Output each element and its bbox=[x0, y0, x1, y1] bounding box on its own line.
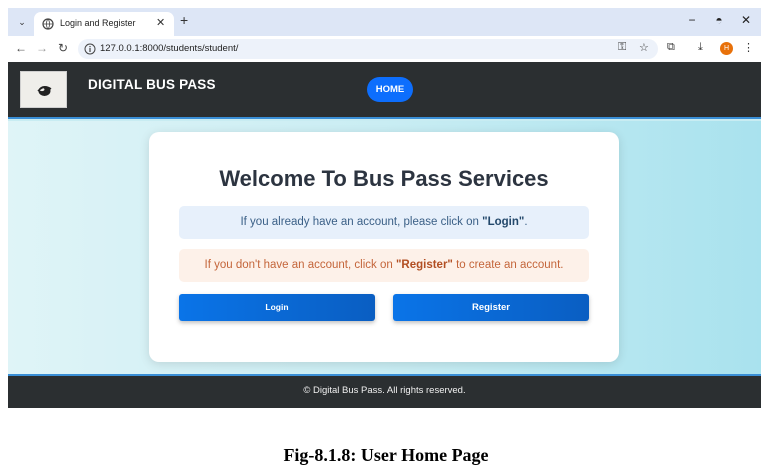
register-info-keyword: "Register" bbox=[395, 259, 453, 271]
site-footer: © Digital Bus Pass. All rights reserved. bbox=[8, 374, 761, 408]
tab-strip: ⌄ Login and Register ✕ + − ◓ ✕ bbox=[8, 8, 761, 36]
address-bar[interactable]: 127.0.0.1:8000/students/student/ ⚿ ☆ bbox=[78, 39, 658, 59]
login-info-alert: If you already have an account, please c… bbox=[179, 206, 589, 239]
password-key-icon[interactable]: ⚿ bbox=[618, 41, 626, 54]
register-info-text: If you don't have an account, click on bbox=[204, 259, 396, 271]
login-info-keyword: "Login" bbox=[482, 216, 525, 228]
tab-title: Login and Register bbox=[60, 18, 136, 28]
back-icon[interactable]: ← bbox=[14, 41, 28, 55]
tab-menu-icon[interactable]: ⌄ bbox=[14, 14, 30, 30]
welcome-card: Welcome To Bus Pass Services If you alre… bbox=[149, 132, 619, 362]
more-icon[interactable]: ⋮ bbox=[743, 41, 754, 54]
login-info-text: If you already have an account, please c… bbox=[240, 216, 483, 228]
register-info-suffix: to create an account. bbox=[452, 259, 564, 271]
site-brand[interactable]: DIGITAL BUS PASS bbox=[88, 77, 216, 92]
bus-logo-icon bbox=[37, 86, 52, 96]
reload-icon[interactable]: ↻ bbox=[56, 41, 70, 55]
login-button[interactable]: Login bbox=[179, 294, 375, 321]
browser-window: ⌄ Login and Register ✕ + − ◓ ✕ ← → ↻ 127… bbox=[8, 8, 761, 408]
main-content: Welcome To Bus Pass Services If you alre… bbox=[8, 121, 761, 374]
tab-login-register[interactable]: Login and Register ✕ bbox=[34, 12, 174, 36]
globe-icon bbox=[42, 18, 54, 30]
site-navbar: DIGITAL BUS PASS HOME bbox=[8, 62, 761, 119]
address-toolbar: ← → ↻ 127.0.0.1:8000/students/student/ ⚿… bbox=[8, 36, 761, 62]
login-info-suffix: . bbox=[524, 216, 528, 228]
home-button[interactable]: HOME bbox=[367, 77, 413, 102]
page-viewport: DIGITAL BUS PASS HOME Welcome To Bus Pas… bbox=[8, 62, 761, 408]
avatar[interactable]: H bbox=[720, 42, 733, 55]
restore-icon[interactable]: ◓ bbox=[711, 13, 727, 27]
window-close-icon[interactable]: ✕ bbox=[738, 13, 754, 27]
close-icon[interactable]: ✕ bbox=[156, 16, 165, 29]
star-icon[interactable]: ☆ bbox=[639, 41, 649, 54]
plus-icon[interactable]: + bbox=[180, 12, 188, 28]
site-info-icon[interactable] bbox=[84, 43, 96, 55]
download-icon[interactable]: ⤓ bbox=[698, 41, 703, 54]
site-logo[interactable] bbox=[20, 71, 67, 108]
forward-icon[interactable]: → bbox=[35, 41, 49, 55]
figure-caption: Fig-8.1.8: User Home Page bbox=[283, 445, 489, 465]
register-info-alert: If you don't have an account, click on "… bbox=[179, 249, 589, 282]
page-title: Welcome To Bus Pass Services bbox=[219, 166, 549, 191]
minimize-icon[interactable]: − bbox=[684, 13, 700, 27]
url-text: 127.0.0.1:8000/students/student/ bbox=[100, 43, 239, 54]
register-button[interactable]: Register bbox=[393, 294, 589, 321]
extensions-icon[interactable]: ⧉ bbox=[667, 41, 675, 54]
